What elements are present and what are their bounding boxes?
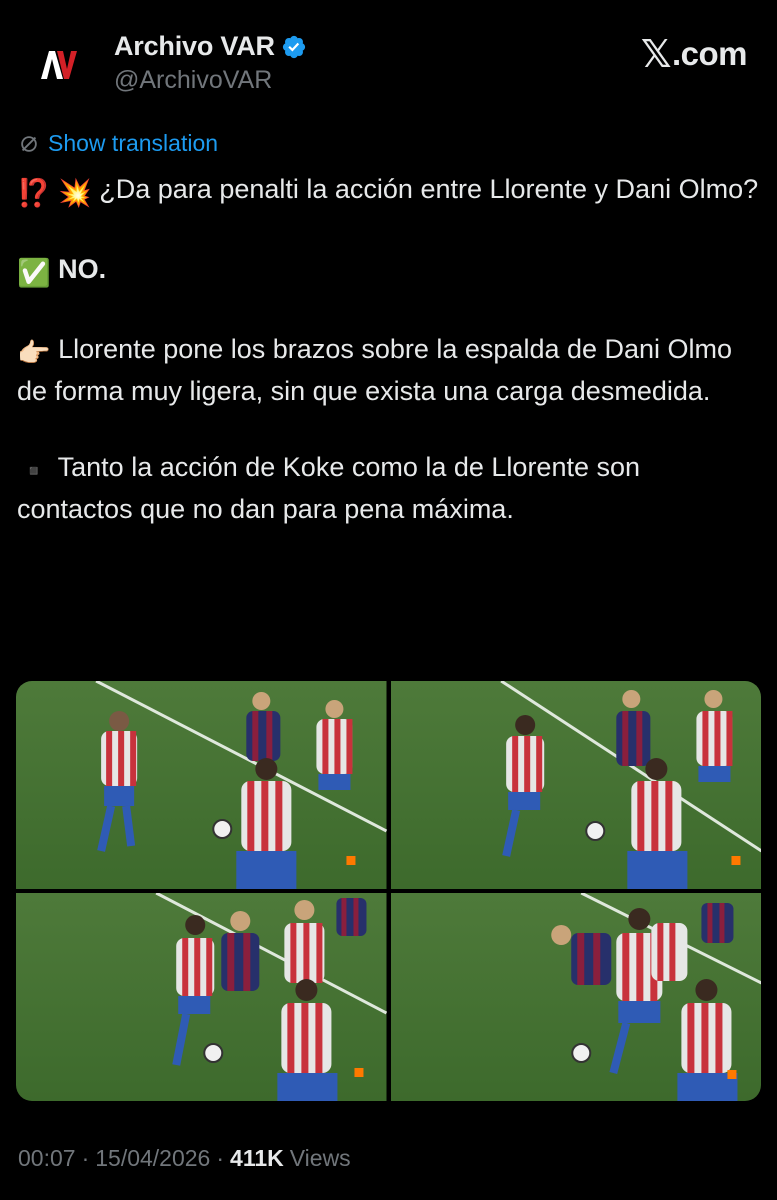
exclamation-question-boom-icon: ⁉️ 💥 xyxy=(17,178,92,208)
tweet-line-3-text: Llorente pone los brazos sobre la espald… xyxy=(17,334,733,406)
tweet-meta: 00:07 · 15/04/2026 · 411K Views xyxy=(18,1145,351,1172)
pointing-hand-icon: 👉🏻 xyxy=(17,338,51,368)
meta-separator: · xyxy=(81,1145,90,1171)
football-photo-3-icon xyxy=(16,893,387,1101)
black-square-icon: ▪️ xyxy=(17,456,51,486)
avatar[interactable] xyxy=(22,30,92,100)
tweet-line-3: 👉🏻 Llorente pone los brazos sobre la esp… xyxy=(17,330,762,410)
x-logo-icon: 𝕏 xyxy=(640,32,672,76)
show-translation-link[interactable]: Show translation xyxy=(18,130,218,157)
translate-icon xyxy=(21,135,37,152)
tweet-date[interactable]: 15/04/2026 xyxy=(95,1145,210,1172)
x-com-brand: 𝕏 .com xyxy=(640,32,748,76)
media-grid xyxy=(16,681,761,1101)
tweet-header: Archivo VAR @ArchivoVAR 𝕏 .com xyxy=(0,0,777,120)
tweet-line-1: ⁉️ 💥 ¿Da para penalti la acción entre Ll… xyxy=(17,170,762,212)
football-photo-4-icon xyxy=(390,893,761,1101)
name-row: Archivo VAR xyxy=(114,31,307,62)
tweet-line-1-text: ¿Da para penalti la acción entre Llorent… xyxy=(99,174,759,204)
tweet-time[interactable]: 00:07 xyxy=(18,1145,76,1172)
display-name[interactable]: Archivo VAR xyxy=(114,31,275,62)
brand-suffix: .com xyxy=(671,35,748,72)
handle[interactable]: @ArchivoVAR xyxy=(114,66,272,95)
media-photo-4[interactable] xyxy=(390,893,761,1101)
tweet-line-4-text: Tanto la acción de Koke como la de Llore… xyxy=(17,452,641,524)
views-label: Views xyxy=(289,1145,351,1171)
media-photo-3[interactable] xyxy=(16,893,387,1101)
check-mark-icon: ✅ xyxy=(17,258,51,288)
views-count: 411K xyxy=(230,1145,284,1171)
media-photo-1[interactable] xyxy=(16,681,387,889)
tweet-text: ⁉️ 💥 ¿Da para penalti la acción entre Ll… xyxy=(17,170,762,528)
football-photo-1-icon xyxy=(16,681,387,889)
meta-separator: · xyxy=(216,1145,225,1171)
archivo-var-logo-icon xyxy=(41,51,77,79)
tweet-line-2: ✅ NO. xyxy=(17,250,762,292)
tweet-line-2-text: NO. xyxy=(58,254,107,284)
show-translation-label: Show translation xyxy=(48,130,219,156)
media-photo-2[interactable] xyxy=(390,681,761,889)
football-photo-2-icon xyxy=(390,681,761,889)
tweet-line-4: ▪️ Tanto la acción de Koke como la de Ll… xyxy=(17,448,762,528)
verified-badge-icon xyxy=(282,35,305,58)
